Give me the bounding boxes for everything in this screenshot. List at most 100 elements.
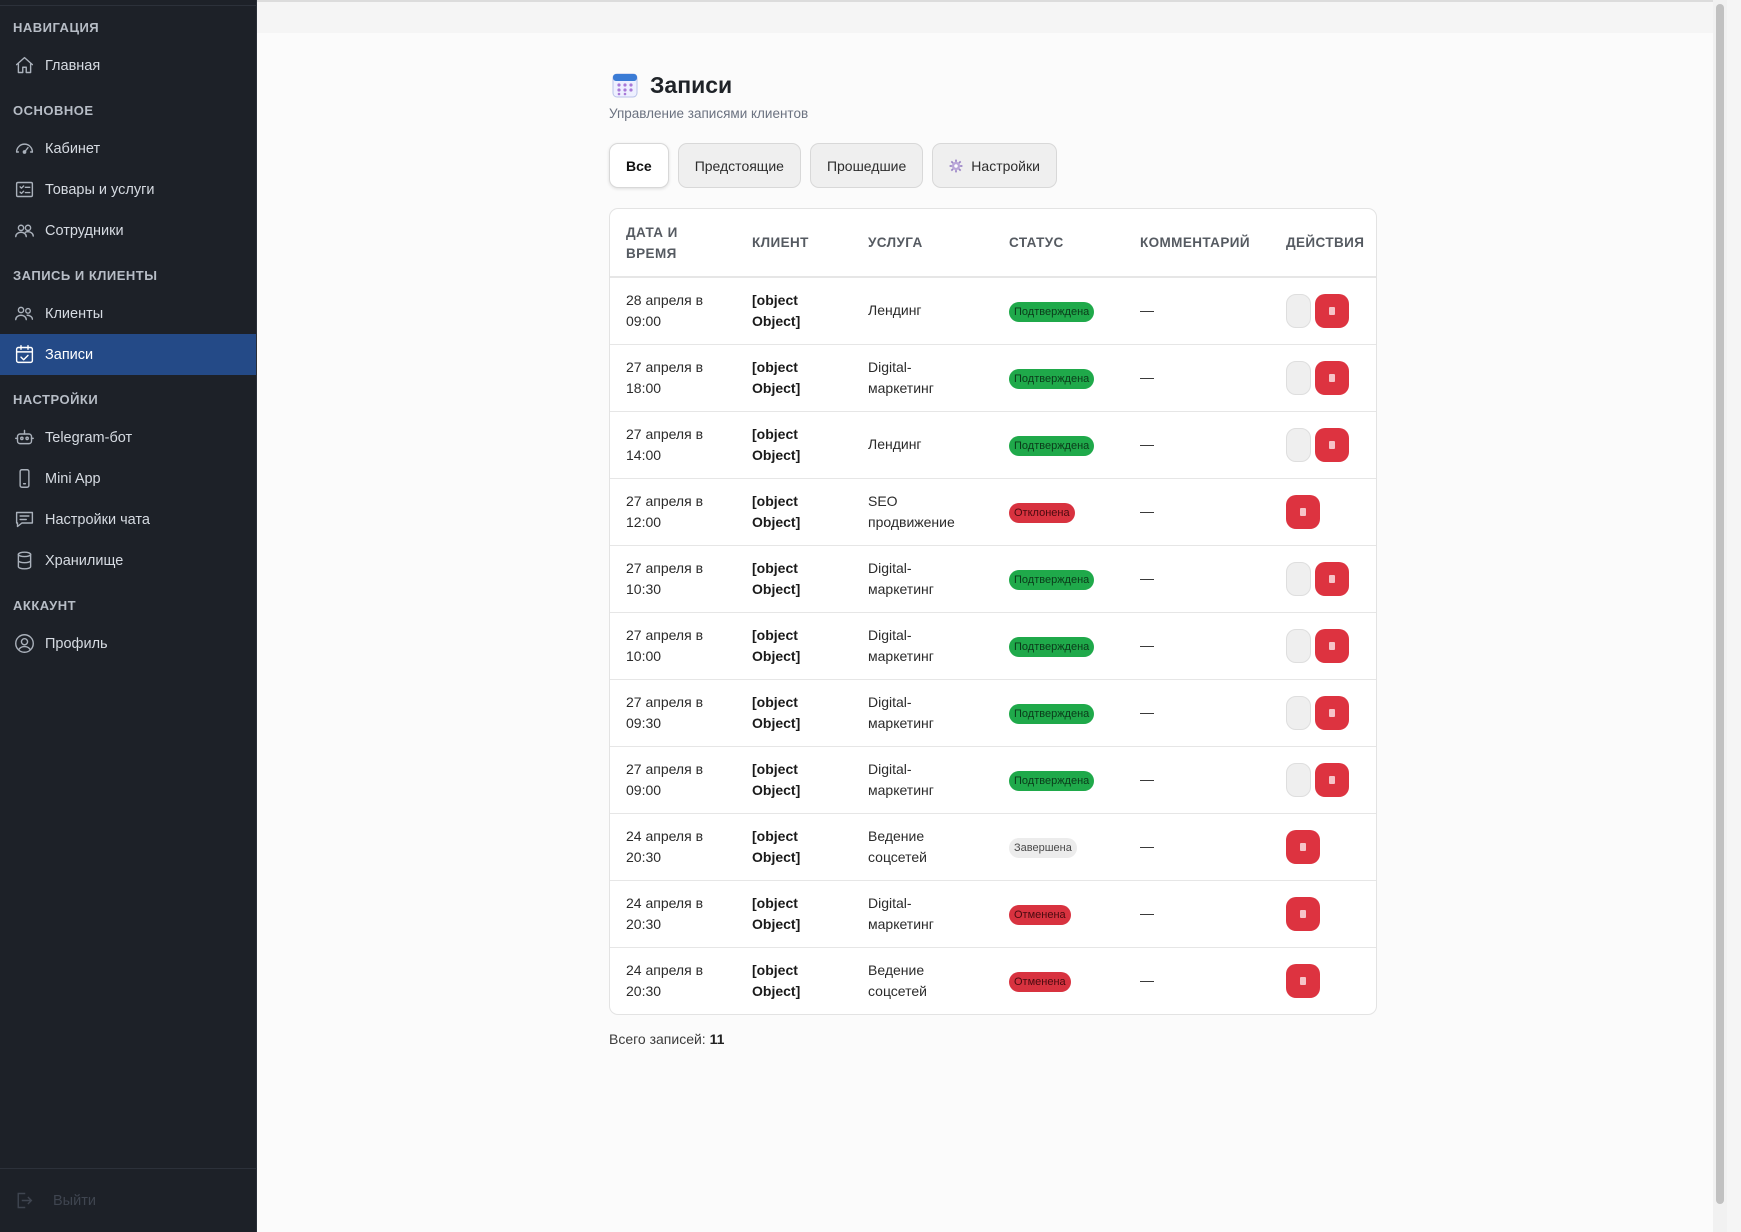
tab[interactable]: Все [609, 143, 669, 188]
cell-service: Digital-маркетинг [852, 679, 993, 747]
delete-button[interactable] [1315, 561, 1349, 596]
edit-button[interactable] [1286, 427, 1311, 462]
sidebar-item-label: Профиль [45, 635, 108, 652]
delete-button[interactable] [1315, 695, 1349, 730]
total-count-value: 11 [709, 1031, 725, 1047]
phone-icon [13, 468, 35, 490]
service-text: Digital- [868, 358, 912, 375]
cell-datetime: 24 апреля в 20:30 [610, 947, 736, 1014]
status-badge: Подтверждена [1009, 368, 1095, 389]
total-count: Всего записей: 11 [609, 1031, 1377, 1047]
service-text: Digital- [868, 760, 912, 777]
content: Записи Управление записями клиентов Все П… [609, 68, 1377, 1047]
header-status: СТАТУС [993, 209, 1124, 278]
edit-button[interactable] [1286, 561, 1311, 596]
sidebar-item[interactable]: Записи [0, 334, 256, 375]
tab[interactable]: Настройки [932, 143, 1057, 188]
status-badge: Отклонена [1009, 502, 1075, 523]
cell-datetime: 27 апреля в 09:30 [610, 679, 736, 747]
sidebar-item[interactable]: Telegram-бот [0, 417, 256, 458]
client-text: Object] [752, 312, 801, 329]
time-text: 20:30 [626, 915, 662, 932]
tab[interactable]: Предстоящие [677, 143, 801, 188]
sidebar-item[interactable]: Главная [0, 45, 256, 86]
trash-icon [1329, 775, 1335, 784]
sidebar-item-label: Mini App [45, 470, 101, 487]
sidebar-item[interactable]: Хранилище [0, 540, 256, 581]
robot-icon [13, 427, 35, 449]
edit-button[interactable] [1286, 628, 1311, 663]
tab[interactable]: Прошедшие [809, 143, 924, 188]
sidebar-item[interactable]: Кабинет [0, 128, 256, 169]
cell-actions [1270, 478, 1376, 546]
client-text: [object [752, 358, 798, 375]
row-actions [1286, 695, 1362, 730]
sidebar-section-title: НАВИГАЦИЯ [13, 20, 100, 35]
sidebar-item-label: Главная [45, 57, 101, 74]
sidebar-item[interactable]: Профиль [0, 623, 256, 664]
header-actions: ДЕЙСТВИЯ [1270, 209, 1376, 278]
page-subtitle: Управление записями клиентов [609, 106, 809, 121]
cell-client: [object Object] [736, 947, 852, 1014]
edit-button[interactable] [1286, 293, 1311, 328]
delete-button[interactable] [1286, 963, 1320, 998]
cell-datetime: 24 апреля в 20:30 [610, 813, 736, 881]
sidebar-item[interactable]: Сотрудники [0, 210, 256, 251]
table-row: 24 апреля в 20:30 [object Object] Ведение соц… [610, 947, 1376, 1014]
cell-datetime: 27 апреля в 12:00 [610, 478, 736, 546]
sidebar-item[interactable]: Mini App [0, 458, 256, 499]
comment-text: — [1140, 302, 1154, 319]
delete-button[interactable] [1286, 494, 1320, 529]
row-actions [1286, 762, 1362, 797]
comment-text: — [1140, 838, 1154, 854]
employees-icon [13, 220, 35, 242]
sidebar-section-title: ЗАПИСЬ И КЛИЕНТЫ [13, 268, 158, 283]
scrollbar-thumb[interactable] [1716, 4, 1724, 1204]
table-row: 24 апреля в 20:30 [object Object] Digital-ма… [610, 880, 1376, 948]
sidebar-item[interactable]: Настройки чата [0, 499, 256, 540]
edit-button[interactable] [1286, 360, 1311, 395]
cell-comment: — [1124, 679, 1270, 747]
date-text: 28 апреля в [626, 291, 704, 308]
list-icon [13, 179, 35, 201]
trash-icon [1329, 641, 1335, 650]
edit-button[interactable] [1286, 695, 1311, 730]
cell-datetime: 27 апреля в 14:00 [610, 411, 736, 479]
sidebar-item-label: Товары и услуги [45, 181, 155, 198]
client-text: Object] [752, 848, 801, 865]
cell-client: [object Object] [736, 813, 852, 881]
cell-status: Подтверждена [993, 545, 1124, 613]
delete-button[interactable] [1315, 628, 1349, 663]
cell-service: Digital-маркетинг [852, 344, 993, 412]
table-row: 24 апреля в 20:30 [object Object] Ведение соц… [610, 813, 1376, 881]
service-text: SEO [868, 492, 898, 509]
sidebar-item[interactable]: Клиенты [0, 293, 256, 334]
delete-button[interactable] [1315, 360, 1349, 395]
cell-service: Лендинг [852, 277, 993, 345]
delete-button[interactable] [1315, 762, 1349, 797]
delete-button[interactable] [1286, 896, 1320, 931]
comment-text: — [1140, 771, 1154, 787]
delete-button[interactable] [1286, 829, 1320, 864]
cell-actions [1270, 746, 1376, 814]
cell-service: Ведение соцсетей [852, 947, 993, 1014]
time-text: 09:00 [626, 781, 662, 798]
service-text: Ведение [868, 961, 925, 978]
time-text: 14:00 [626, 446, 662, 463]
header-comment: КОММЕНТАРИЙ [1124, 209, 1270, 278]
cell-client: [object Object] [736, 277, 852, 345]
comment-text: — [1140, 905, 1154, 921]
sidebar-item[interactable]: Товары и услуги [0, 169, 256, 210]
sidebar-item-label: Клиенты [45, 305, 104, 322]
logout-button[interactable]: Выйти [0, 1168, 256, 1232]
cell-service: Digital-маркетинг [852, 545, 993, 613]
cell-actions [1270, 679, 1376, 747]
service-text: соцсетей [868, 848, 927, 865]
client-text: Object] [752, 379, 801, 396]
delete-button[interactable] [1315, 293, 1349, 328]
cell-actions [1270, 411, 1376, 479]
edit-button[interactable] [1286, 762, 1311, 797]
delete-button[interactable] [1315, 427, 1349, 462]
cell-status: Подтверждена [993, 746, 1124, 814]
scrollbar[interactable] [1713, 0, 1727, 1232]
